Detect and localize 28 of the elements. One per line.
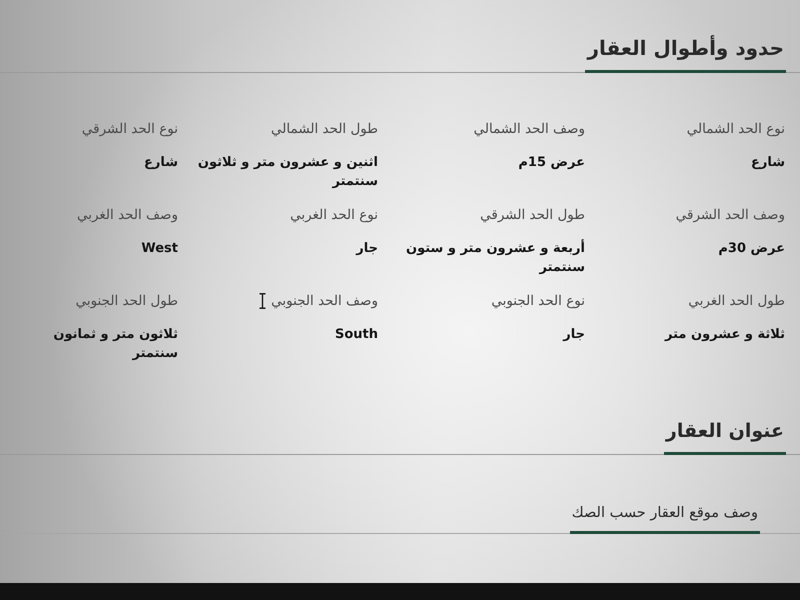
field-value: شارع bbox=[144, 154, 178, 172]
field-label: وصف الحد الجنوبي bbox=[271, 292, 378, 311]
field-label: وصف الحد الشمالي bbox=[474, 120, 585, 139]
text-cursor-icon bbox=[259, 293, 266, 309]
field-value: ثلاثة و عشرون متر bbox=[665, 326, 785, 344]
field-label: طول الحد الجنوبي bbox=[76, 292, 178, 311]
field-value: أربعة و عشرون متر و ستون سنتمتر bbox=[405, 239, 585, 277]
field-value: South bbox=[334, 326, 378, 344]
field-value: اثنين و عشرون متر و ثلاثون سنتمتر bbox=[196, 154, 378, 191]
field-value: عرض 30م bbox=[718, 240, 785, 258]
field-label: نوع الحد الغربي bbox=[290, 206, 378, 225]
field-label: نوع الحد الشمالي bbox=[686, 120, 785, 139]
field-value: جار bbox=[356, 240, 378, 258]
section-title: حدود وأطوال العقار bbox=[585, 36, 786, 73]
field-label: طول الحد الشرقي bbox=[480, 206, 585, 225]
field-value: ثلاثون متر و ثمانون سنتمتر bbox=[52, 326, 178, 363]
field-label: نوع الحد الجنوبي bbox=[491, 292, 585, 311]
field-label: طول الحد الغربي bbox=[688, 292, 785, 311]
field-value: جار bbox=[563, 326, 585, 344]
field-label: وصف الحد الغربي bbox=[76, 206, 178, 225]
section-title: عنوان العقار bbox=[664, 420, 786, 455]
field-label: نوع الحد الشرقي bbox=[82, 120, 178, 139]
field-value: عرض 15م bbox=[518, 154, 585, 172]
field-label: طول الحد الشمالي bbox=[271, 120, 378, 139]
field-label: وصف الحد الشرقي bbox=[676, 206, 785, 225]
field-value: West bbox=[141, 240, 178, 258]
section-tab[interactable]: وصف موقع العقار حسب الصك bbox=[570, 505, 760, 534]
field-value: شارع bbox=[750, 154, 785, 172]
